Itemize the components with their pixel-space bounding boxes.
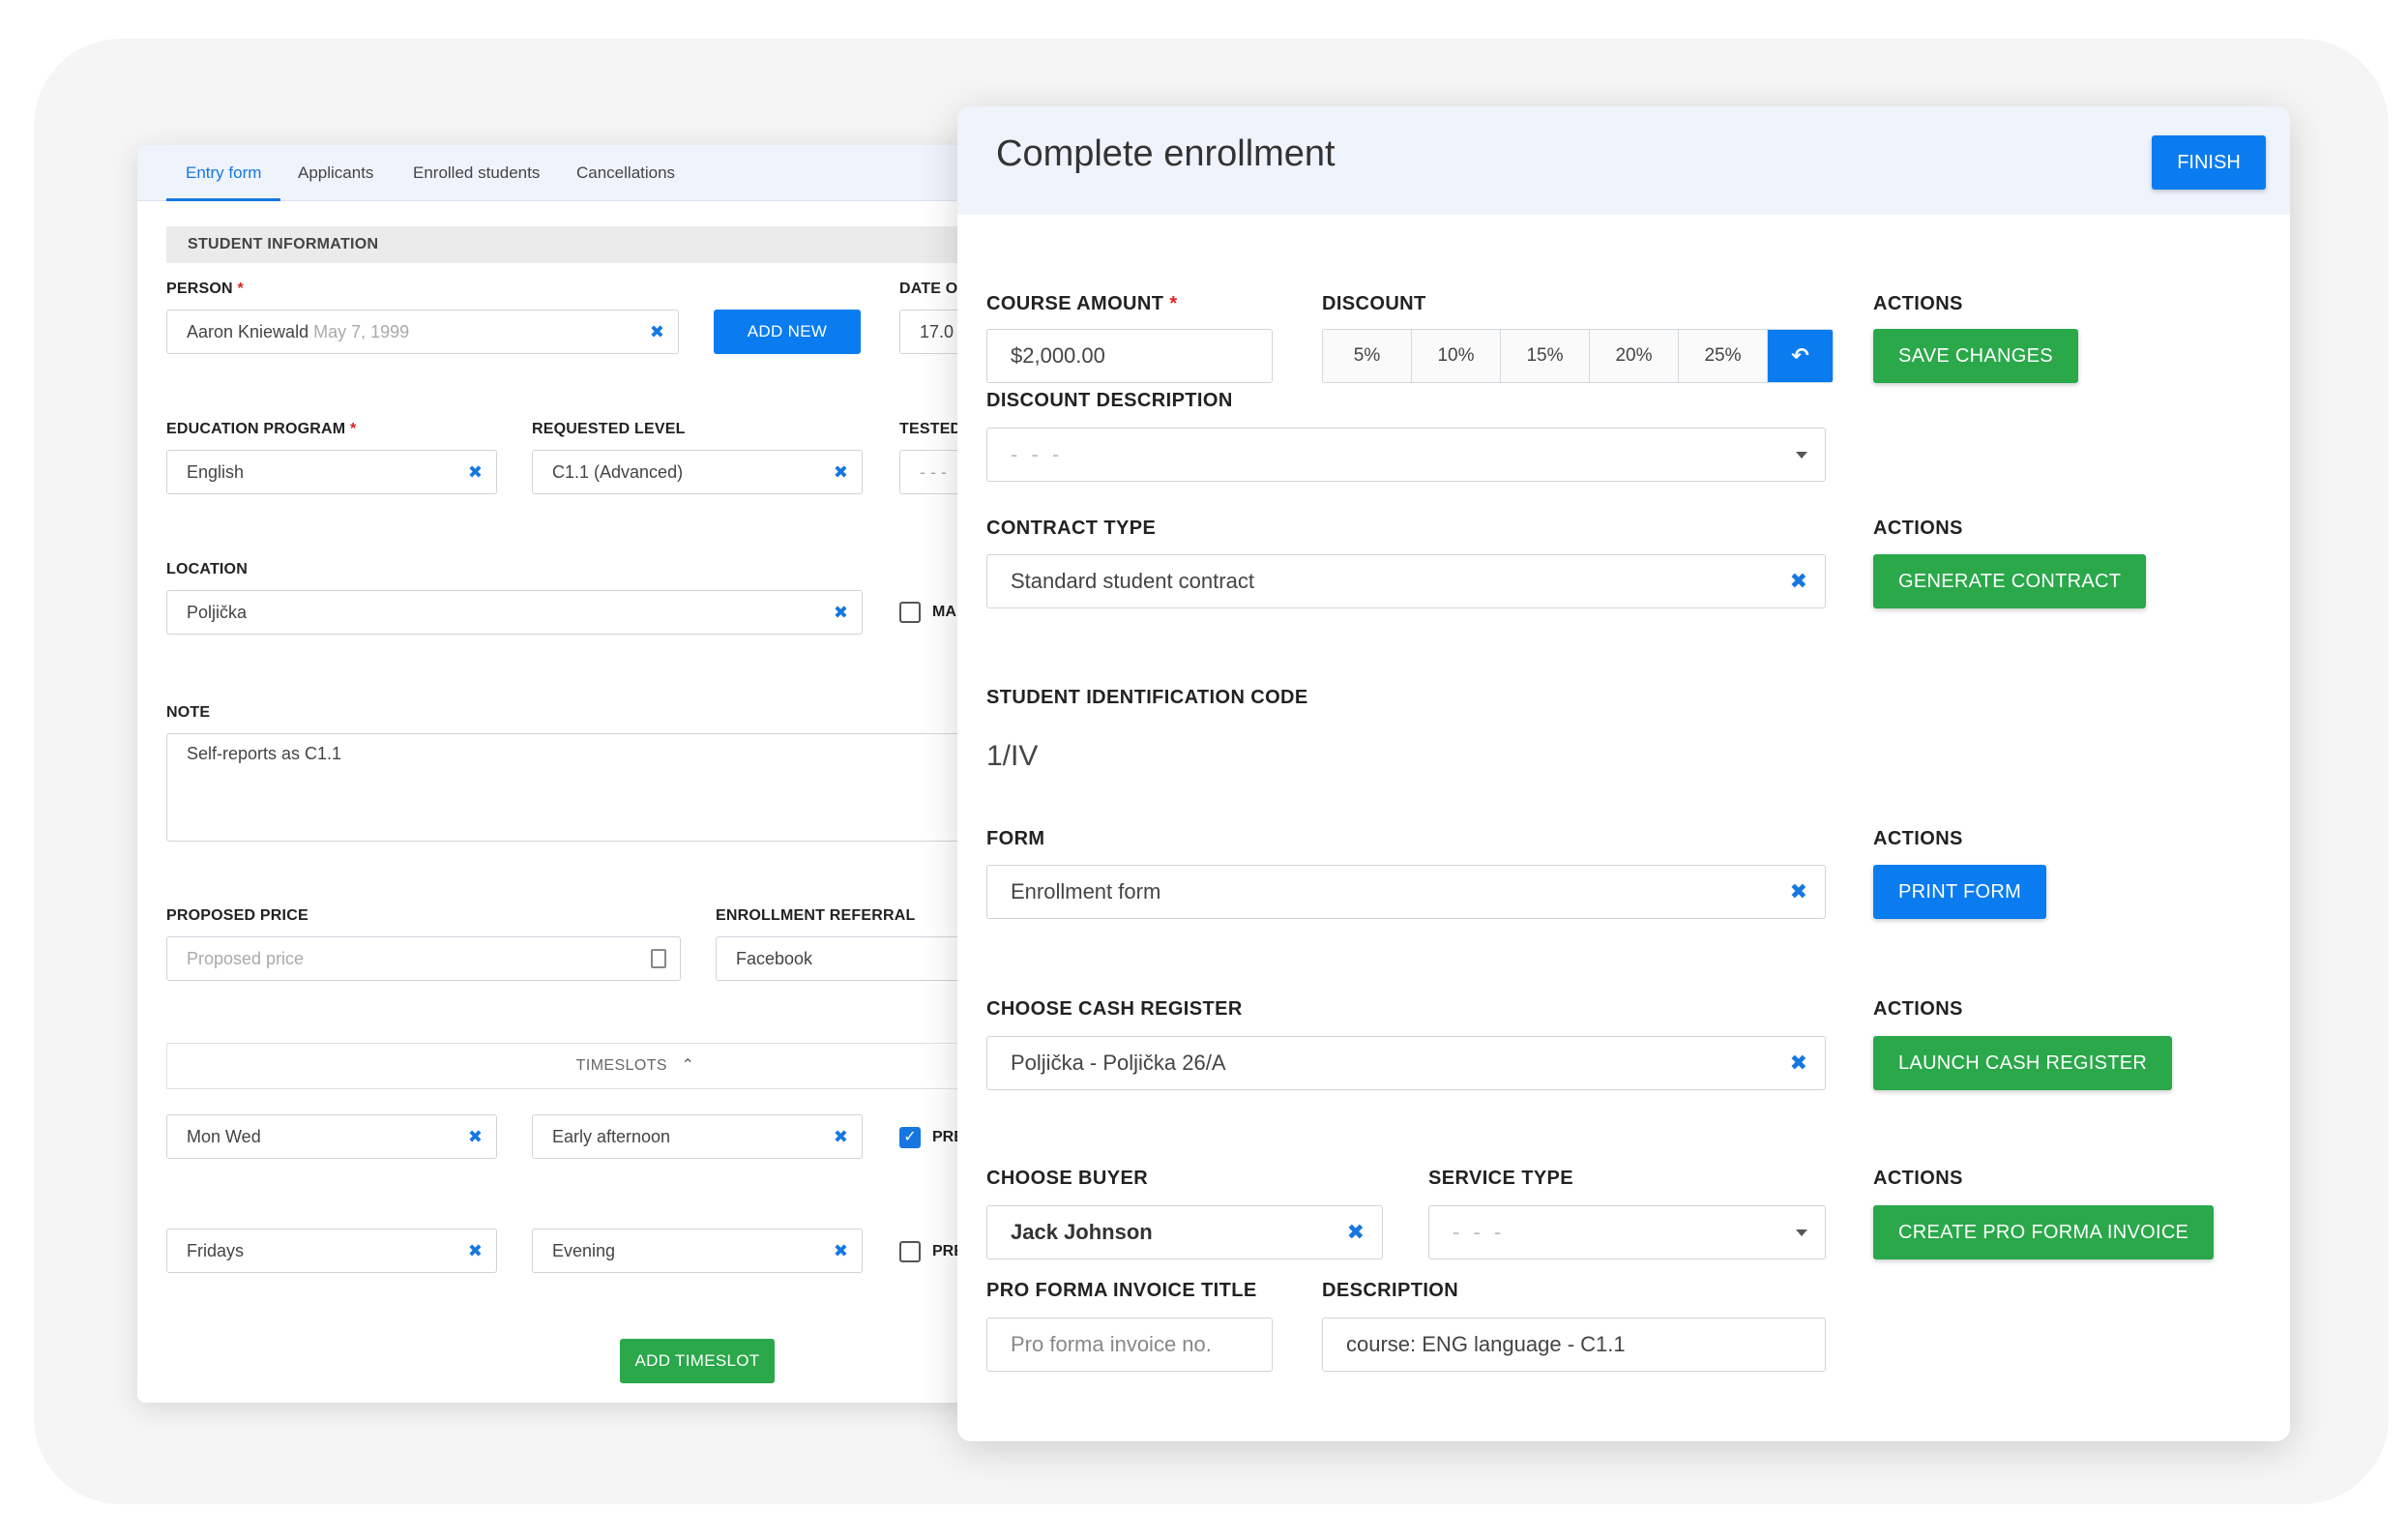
- buyer-field[interactable]: Jack Johnson ✖: [986, 1205, 1383, 1259]
- clear-icon[interactable]: ✖: [1790, 866, 1807, 918]
- person-name: Aaron Kniewald: [187, 322, 309, 341]
- person-field[interactable]: Aaron Kniewald May 7, 1999 ✖: [166, 310, 679, 354]
- chevron-up-icon: ⌃: [681, 1057, 695, 1074]
- proposed-price-field[interactable]: Proposed price: [166, 936, 681, 981]
- invoice-title-label: PRO FORMA INVOICE TITLE: [986, 1280, 1257, 1301]
- discount-buttons: 5% 10% 15% 20% 25% ↶: [1322, 329, 1834, 383]
- actions-label: ACTIONS: [1873, 1168, 1963, 1189]
- contract-type-label: CONTRACT TYPE: [986, 518, 1157, 539]
- cash-register-field[interactable]: Poljička - Poljička 26/A ✖: [986, 1036, 1826, 1090]
- discount-20-button[interactable]: 20%: [1590, 330, 1679, 382]
- generate-contract-button[interactable]: GENERATE CONTRACT: [1873, 554, 2147, 608]
- timeslot-days-field[interactable]: Fridays ✖: [166, 1229, 497, 1273]
- create-pro-forma-invoice-button[interactable]: CREATE PRO FORMA INVOICE: [1873, 1205, 2215, 1259]
- buyer-label: CHOOSE BUYER: [986, 1168, 1149, 1189]
- actions-label: ACTIONS: [1873, 518, 1963, 539]
- add-timeslot-button[interactable]: ADD TIMESLOT: [620, 1339, 775, 1383]
- tab-enrolled-students[interactable]: Enrolled students: [394, 145, 559, 201]
- actions-label: ACTIONS: [1873, 998, 1963, 1020]
- chevron-down-icon: [1796, 1229, 1807, 1236]
- dialog-title: Complete enrollment: [996, 133, 1336, 174]
- tab-applicants[interactable]: Applicants: [279, 145, 393, 201]
- actions-label: ACTIONS: [1873, 828, 1963, 849]
- enrollment-referral-label: ENROLLMENT REFERRAL: [716, 907, 916, 924]
- ma-checkbox[interactable]: [899, 602, 921, 623]
- clear-icon[interactable]: ✖: [834, 591, 848, 634]
- timeslot-time-field[interactable]: Early afternoon ✖: [532, 1114, 863, 1159]
- complete-enrollment-dialog: Complete enrollment FINISH COURSE AMOUNT…: [957, 106, 2290, 1441]
- discount-10-button[interactable]: 10%: [1412, 330, 1501, 382]
- discount-description-label: DISCOUNT DESCRIPTION: [986, 390, 1233, 411]
- timeslot-days-field[interactable]: Mon Wed ✖: [166, 1114, 497, 1159]
- clear-icon[interactable]: ✖: [1790, 1037, 1807, 1089]
- contract-type-field[interactable]: Standard student contract ✖: [986, 554, 1826, 608]
- clear-icon[interactable]: ✖: [468, 1115, 483, 1158]
- chevron-down-icon: [1796, 452, 1807, 459]
- clear-icon[interactable]: ✖: [650, 311, 664, 353]
- clear-icon[interactable]: ✖: [1790, 555, 1807, 607]
- undo-icon[interactable]: ↶: [1768, 330, 1833, 382]
- discount-description-select[interactable]: - - -: [986, 428, 1826, 482]
- requested-level-field[interactable]: C1.1 (Advanced) ✖: [532, 450, 863, 494]
- description-input[interactable]: course: ENG language - C1.1: [1322, 1318, 1826, 1372]
- timeslot-time-field[interactable]: Evening ✖: [532, 1229, 863, 1273]
- course-amount-input[interactable]: $2,000.00: [986, 329, 1273, 383]
- discount-25-button[interactable]: 25%: [1679, 330, 1768, 382]
- discount-label: DISCOUNT: [1322, 293, 1426, 314]
- calculator-icon: [651, 949, 666, 968]
- student-id-label: STUDENT IDENTIFICATION CODE: [986, 687, 1308, 708]
- clear-icon[interactable]: ✖: [1347, 1206, 1365, 1259]
- form-label: FORM: [986, 828, 1045, 849]
- save-changes-button[interactable]: SAVE CHANGES: [1873, 329, 2078, 383]
- note-label: NOTE: [166, 704, 211, 721]
- actions-label: ACTIONS: [1873, 293, 1963, 314]
- discount-15-button[interactable]: 15%: [1501, 330, 1590, 382]
- requested-level-label: REQUESTED LEVEL: [532, 421, 686, 437]
- education-program-field[interactable]: English ✖: [166, 450, 497, 494]
- discount-5-button[interactable]: 5%: [1323, 330, 1412, 382]
- service-type-select[interactable]: - - -: [1428, 1205, 1826, 1259]
- date-label: DATE O: [899, 281, 958, 297]
- timeslot-checkbox[interactable]: ✓: [899, 1127, 921, 1148]
- clear-icon[interactable]: ✖: [834, 1115, 848, 1158]
- finish-button[interactable]: FINISH: [2152, 135, 2266, 190]
- location-label: LOCATION: [166, 561, 248, 578]
- location-field[interactable]: Poljička ✖: [166, 590, 863, 635]
- launch-cash-register-button[interactable]: LAUNCH CASH REGISTER: [1873, 1036, 2173, 1090]
- proposed-price-label: PROPOSED PRICE: [166, 907, 308, 924]
- service-type-label: SERVICE TYPE: [1428, 1168, 1574, 1189]
- clear-icon[interactable]: ✖: [468, 1229, 483, 1272]
- tab-entry-form[interactable]: Entry form: [166, 145, 281, 201]
- person-label: PERSON *: [166, 281, 244, 297]
- print-form-button[interactable]: PRINT FORM: [1873, 865, 2047, 919]
- dialog-header: Complete enrollment FINISH: [957, 106, 2290, 215]
- cash-register-label: CHOOSE CASH REGISTER: [986, 998, 1243, 1020]
- add-new-button[interactable]: ADD NEW: [714, 310, 861, 354]
- description-label: DESCRIPTION: [1322, 1280, 1459, 1301]
- tab-cancellations[interactable]: Cancellations: [557, 145, 694, 201]
- person-dob: May 7, 1999: [313, 322, 410, 341]
- invoice-title-input[interactable]: Pro forma invoice no.: [986, 1318, 1273, 1372]
- ma-label: MA: [932, 604, 956, 620]
- student-id-value: 1/IV: [986, 740, 1039, 772]
- education-program-label: EDUCATION PROGRAM *: [166, 421, 357, 437]
- clear-icon[interactable]: ✖: [834, 1229, 848, 1272]
- tested-label: TESTED: [899, 421, 962, 437]
- timeslot-checkbox[interactable]: [899, 1241, 921, 1262]
- clear-icon[interactable]: ✖: [834, 451, 848, 493]
- form-field[interactable]: Enrollment form ✖: [986, 865, 1826, 919]
- course-amount-label: COURSE AMOUNT *: [986, 293, 1178, 314]
- clear-icon[interactable]: ✖: [468, 451, 483, 493]
